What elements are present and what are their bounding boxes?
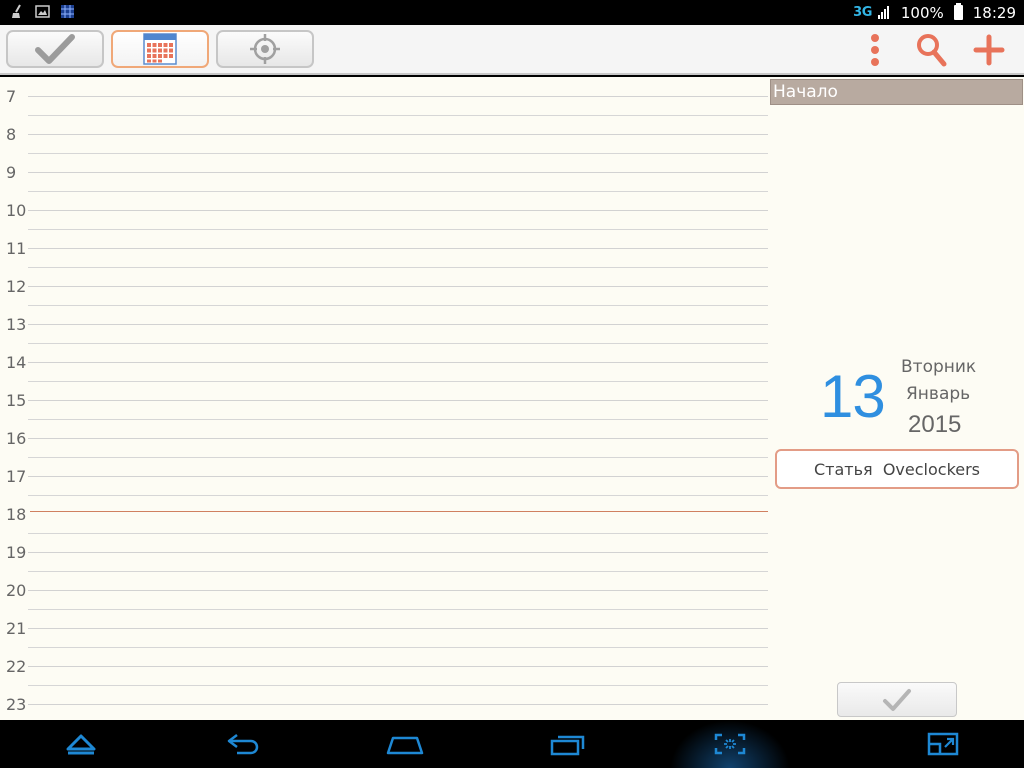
hour-row[interactable]: 12 (0, 267, 770, 306)
hour-line (28, 362, 768, 363)
hour-row[interactable]: 23 (0, 685, 770, 723)
hour-label: 16 (6, 429, 27, 448)
hour-line (28, 286, 768, 287)
hour-label: 14 (6, 353, 27, 372)
confirm-button[interactable] (837, 682, 957, 717)
overflow-menu-icon (871, 34, 879, 66)
hour-label: 15 (6, 391, 27, 410)
status-bar: 3G 100% 18:29 (0, 0, 1024, 25)
weekday-label: Вторник (901, 357, 977, 377)
month-label: Январь (906, 384, 971, 404)
add-button[interactable] (968, 25, 1010, 75)
hour-row[interactable]: 16 (0, 419, 770, 458)
back-icon (227, 734, 259, 755)
hour-row[interactable]: 21 (0, 609, 770, 648)
hour-line (28, 438, 768, 439)
screenshot-button[interactable] (690, 720, 770, 768)
hour-row[interactable]: 14 (0, 343, 770, 382)
hide-bar-icon (66, 734, 96, 755)
hour-line (28, 134, 768, 135)
broom-icon (12, 4, 21, 18)
navigation-bar (0, 720, 1024, 768)
hour-line (28, 172, 768, 173)
hide-bar-button[interactable] (41, 720, 121, 768)
hour-line (28, 324, 768, 325)
hour-row[interactable]: 8 (0, 115, 770, 154)
hour-row[interactable]: 22 (0, 647, 770, 686)
hour-label: 13 (6, 315, 27, 334)
image-icon (35, 5, 50, 18)
hour-label: 8 (6, 125, 17, 144)
hour-label: 23 (6, 695, 27, 714)
hour-line (28, 476, 768, 477)
hour-line (28, 666, 768, 667)
calendar-icon (143, 33, 177, 65)
hour-row[interactable]: 15 (0, 381, 770, 420)
search-button[interactable] (912, 25, 952, 75)
screenshot-icon (714, 733, 746, 755)
hour-label: 10 (6, 201, 27, 220)
detail-panel: Начало 13 Вторник Январь 2015 Статья Ove… (770, 77, 1024, 720)
tasks-tab[interactable] (6, 30, 104, 68)
hour-line (28, 210, 768, 211)
current-time-line (30, 511, 768, 512)
home-button[interactable] (365, 720, 445, 768)
checkmark-icon (883, 688, 911, 711)
checkmark-icon (35, 34, 75, 64)
window-mode-button[interactable] (903, 720, 983, 768)
hour-row[interactable]: 11 (0, 229, 770, 268)
overflow-menu-button[interactable] (860, 25, 890, 75)
hour-line (28, 96, 768, 97)
target-icon (250, 34, 280, 64)
location-tab[interactable] (216, 30, 314, 68)
add-icon (973, 34, 1005, 66)
hour-label: 22 (6, 657, 27, 676)
hour-line (28, 248, 768, 249)
clock: 18:29 (972, 3, 1016, 22)
event-title-button[interactable]: Статья Oveclockers (775, 449, 1019, 489)
back-button[interactable] (203, 720, 283, 768)
panel-header: Начало (770, 79, 1023, 105)
hour-row[interactable]: 19 (0, 533, 770, 572)
hour-row[interactable]: 18 (0, 495, 770, 534)
year-label: 2015 (908, 411, 962, 438)
day-number: 13 (820, 363, 886, 430)
network-grid-icon (61, 5, 74, 18)
battery-percent: 100% (900, 3, 944, 22)
hour-label: 7 (6, 87, 17, 106)
hour-row[interactable]: 13 (0, 305, 770, 344)
network-type: 3G (853, 5, 872, 20)
recent-apps-icon (550, 735, 585, 756)
signal-icon (877, 6, 889, 19)
hour-label: 21 (6, 619, 27, 638)
hour-label: 11 (6, 239, 27, 258)
hour-label: 12 (6, 277, 27, 296)
hour-label: 9 (6, 163, 17, 182)
toolbar (0, 25, 1024, 75)
home-icon (386, 736, 424, 755)
hour-label: 20 (6, 581, 27, 600)
calendar-tab[interactable] (111, 30, 209, 68)
search-icon (917, 34, 947, 67)
hour-line (28, 590, 768, 591)
hour-label: 17 (6, 467, 27, 486)
hour-row[interactable]: 20 (0, 571, 770, 610)
hour-line (28, 552, 768, 553)
hour-line (28, 704, 768, 705)
hour-line (28, 400, 768, 401)
hour-line (28, 628, 768, 629)
day-timeline[interactable]: 7 8 9 10 11 12 13 14 15 16 17 18 19 20 2… (0, 77, 770, 720)
hour-row[interactable]: 7 (0, 77, 770, 116)
hour-row[interactable]: 9 (0, 153, 770, 192)
hour-label: 18 (6, 505, 27, 524)
battery-icon (953, 3, 963, 20)
hour-row[interactable]: 17 (0, 457, 770, 496)
hour-row[interactable]: 10 (0, 191, 770, 230)
recent-apps-button[interactable] (528, 720, 608, 768)
hour-label: 19 (6, 543, 27, 562)
window-mode-icon (927, 732, 959, 756)
